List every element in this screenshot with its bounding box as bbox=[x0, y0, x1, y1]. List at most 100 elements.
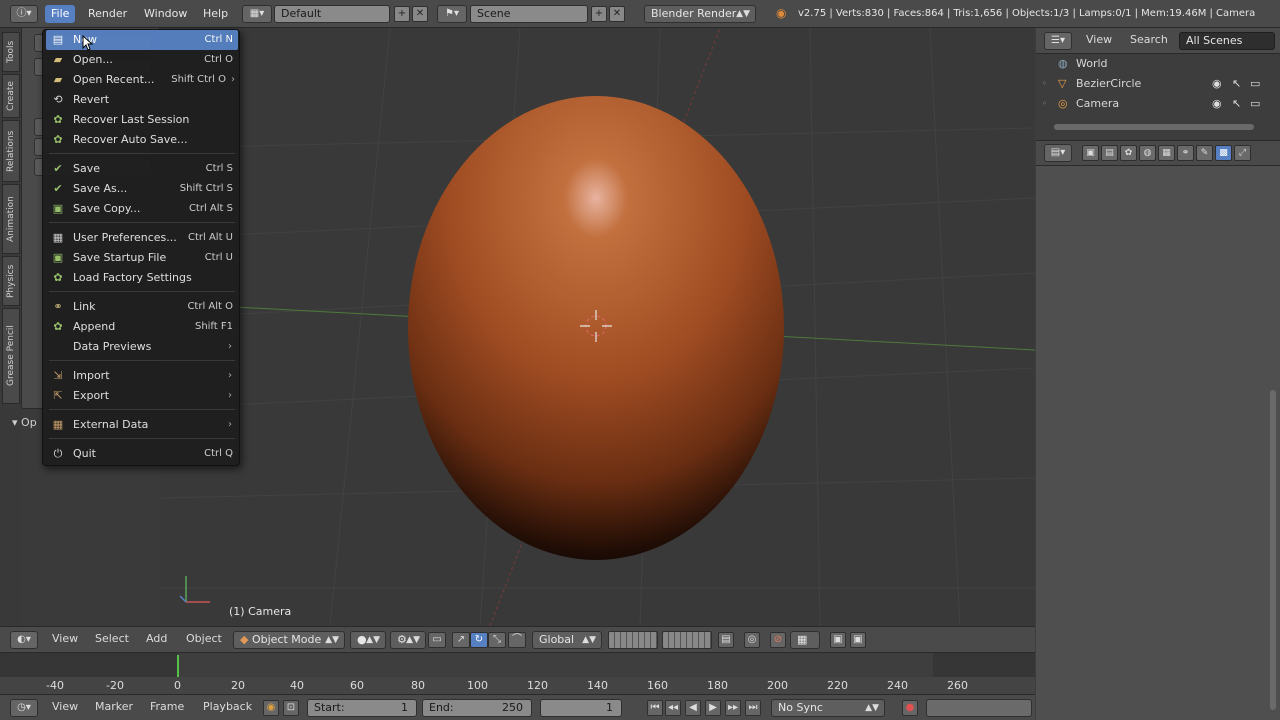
menu-help[interactable]: Help bbox=[197, 5, 234, 23]
menu-render[interactable]: Render bbox=[82, 5, 133, 23]
lock-layers-icon[interactable]: ▤ bbox=[718, 632, 734, 648]
render-engine-dropdown[interactable]: Blender Render ▲▼ bbox=[644, 5, 756, 23]
menu-item-save[interactable]: ✔ Save Ctrl S bbox=[46, 159, 238, 179]
jump-start-icon[interactable]: ⏮ bbox=[647, 700, 663, 716]
tab-tools[interactable]: Tools bbox=[2, 32, 20, 72]
tab-physics[interactable]: Physics bbox=[2, 256, 20, 306]
menu-marker[interactable]: Marker bbox=[95, 700, 133, 713]
current-frame-field[interactable]: 1 bbox=[540, 699, 622, 717]
proportional-editing-icon[interactable]: ◎ bbox=[744, 632, 760, 648]
end-frame-field[interactable]: End: 250 bbox=[422, 699, 532, 717]
menu-frame[interactable]: Frame bbox=[150, 700, 184, 713]
menu-item-save-copy[interactable]: ▣ Save Copy... Ctrl Alt S bbox=[46, 199, 238, 219]
selectable-arrow-icon[interactable]: ↖ bbox=[1232, 74, 1241, 94]
menu-item-import[interactable]: ⇲ Import › bbox=[46, 366, 238, 386]
manipulator-translate-icon[interactable]: ↗ bbox=[452, 632, 470, 648]
world-tab-icon[interactable]: ◍ bbox=[1139, 145, 1156, 161]
tab-relations[interactable]: Relations bbox=[2, 120, 20, 182]
manipulator-rotate-icon[interactable]: ↻ bbox=[470, 632, 488, 648]
snap-element-dropdown[interactable]: ▦ bbox=[790, 631, 820, 649]
start-frame-field[interactable]: Start: 1 bbox=[307, 699, 417, 717]
scene-icon[interactable]: ⚑▾ bbox=[437, 5, 467, 23]
scene-tab-icon[interactable]: ✿ bbox=[1120, 145, 1137, 161]
render-layers-tab-icon[interactable]: ▤ bbox=[1101, 145, 1118, 161]
tab-create[interactable]: Create bbox=[2, 74, 20, 118]
info-editor-type-button[interactable]: ⓘ▾ bbox=[10, 5, 38, 23]
menu-add[interactable]: Add bbox=[146, 632, 167, 645]
outliner-scrollbar[interactable] bbox=[1054, 124, 1254, 130]
play-icon[interactable]: ▶ bbox=[705, 700, 721, 716]
menu-object[interactable]: Object bbox=[186, 632, 222, 645]
tab-grease-pencil[interactable]: Grease Pencil bbox=[2, 308, 20, 404]
outliner-row-beziercircle[interactable]: ◦ ▽ BezierCircle ◉ ↖ ▭ bbox=[1036, 74, 1280, 94]
data-tab-icon[interactable]: ▩ bbox=[1215, 145, 1232, 161]
outliner-row-world[interactable]: ◍ World bbox=[1036, 54, 1280, 74]
menu-view[interactable]: View bbox=[1086, 33, 1112, 46]
current-frame-indicator[interactable] bbox=[177, 655, 179, 679]
menu-item-load-factory-settings[interactable]: ✿ Load Factory Settings bbox=[46, 268, 238, 288]
outliner-row-camera[interactable]: ◦ ◎ Camera ◉ ↖ ▭ bbox=[1036, 94, 1280, 114]
visibility-eye-icon[interactable]: ◉ bbox=[1212, 94, 1222, 114]
timeline-editor-type-button[interactable]: ◷▾ bbox=[10, 699, 38, 717]
3d-view-editor-type-button[interactable]: ◐▾ bbox=[10, 631, 38, 649]
menu-item-export[interactable]: ⇱ Export › bbox=[46, 386, 238, 406]
render-tab-icon[interactable]: ▣ bbox=[1082, 145, 1099, 161]
menu-item-save-as[interactable]: ✔ Save As... Shift Ctrl S bbox=[46, 179, 238, 199]
manipulator-toggle-icon[interactable]: ▭ bbox=[428, 632, 446, 648]
selectable-arrow-icon[interactable]: ↖ bbox=[1232, 94, 1241, 114]
material-tab-icon[interactable]: ⤢ bbox=[1234, 145, 1251, 161]
display-mode-dropdown[interactable]: All Scenes bbox=[1179, 32, 1275, 50]
menu-item-recover-auto-save[interactable]: ✿ Recover Auto Save... bbox=[46, 130, 238, 150]
renderable-camera-icon[interactable]: ▭ bbox=[1250, 74, 1260, 94]
add-scene-icon[interactable]: + bbox=[591, 6, 607, 22]
renderable-camera-icon[interactable]: ▭ bbox=[1250, 94, 1260, 114]
sync-mode-dropdown[interactable]: No Sync ▲▼ bbox=[771, 699, 885, 717]
timeline-area[interactable]: -40 -20 0 20 40 60 80 100 120 140 160 18… bbox=[0, 652, 1035, 695]
opengl-render-anim-icon[interactable]: ▣ bbox=[850, 632, 866, 648]
play-reverse-icon[interactable]: ◀ bbox=[685, 700, 701, 716]
add-layout-icon[interactable]: + bbox=[394, 6, 410, 22]
constraints-tab-icon[interactable]: ⚭ bbox=[1177, 145, 1194, 161]
properties-panel[interactable] bbox=[1036, 166, 1280, 720]
jump-end-icon[interactable]: ⏭ bbox=[745, 700, 761, 716]
keying-set-icon[interactable]: ◉ bbox=[263, 700, 279, 716]
expand-icon[interactable]: ◦ bbox=[1042, 94, 1047, 114]
keying-set-field[interactable] bbox=[926, 699, 1032, 717]
menu-item-external-data[interactable]: ▦ External Data › bbox=[46, 415, 238, 435]
menu-view[interactable]: View bbox=[52, 632, 78, 645]
outliner-editor-type-button[interactable]: ☰▾ bbox=[1044, 32, 1072, 50]
menu-item-recover-last-session[interactable]: ✿ Recover Last Session bbox=[46, 110, 238, 130]
menu-item-link[interactable]: ⚭ Link Ctrl Alt O bbox=[46, 297, 238, 317]
menu-playback[interactable]: Playback bbox=[203, 700, 252, 713]
remove-scene-icon[interactable]: ✕ bbox=[609, 6, 625, 22]
manipulator-scale-icon[interactable]: ⤡ bbox=[488, 632, 506, 648]
expand-icon[interactable]: ◦ bbox=[1042, 74, 1047, 94]
transform-orientation-dropdown[interactable]: Global ▲▼ bbox=[532, 631, 602, 649]
properties-editor-type-button[interactable]: ▤▾ bbox=[1044, 144, 1072, 162]
menu-view[interactable]: View bbox=[52, 700, 78, 713]
menu-item-user-preferences[interactable]: ▦ User Preferences... Ctrl Alt U bbox=[46, 228, 238, 248]
record-icon[interactable]: ● bbox=[902, 700, 918, 716]
menu-item-new[interactable]: ▤NewCtrl N bbox=[46, 30, 238, 50]
jump-keyframe-forward-icon[interactable]: ▸▸ bbox=[725, 700, 741, 716]
screen-layout-icon[interactable]: ▦▾ bbox=[242, 5, 272, 23]
menu-file[interactable]: File bbox=[45, 5, 76, 23]
manipulator-curve-icon[interactable]: ⌒ bbox=[508, 632, 526, 648]
properties-scrollbar[interactable] bbox=[1270, 390, 1276, 710]
menu-window[interactable]: Window bbox=[138, 5, 193, 23]
screen-layout-field[interactable]: Default bbox=[274, 5, 390, 23]
menu-item-data-previews[interactable]: Data Previews › bbox=[46, 337, 238, 357]
menu-item-revert[interactable]: ⟲ Revert bbox=[46, 90, 238, 110]
menu-item-open[interactable]: ▰ Open... Ctrl O bbox=[46, 50, 238, 70]
menu-item-append[interactable]: ✿ Append Shift F1 bbox=[46, 317, 238, 337]
lock-range-icon[interactable]: ⊡ bbox=[283, 700, 299, 716]
visibility-eye-icon[interactable]: ◉ bbox=[1212, 74, 1222, 94]
remove-layout-icon[interactable]: ✕ bbox=[412, 6, 428, 22]
snap-toggle-icon[interactable]: ⊘ bbox=[770, 632, 786, 648]
menu-item-open-recent[interactable]: ▰ Open Recent... Shift Ctrl O › bbox=[46, 70, 238, 90]
layers-grid-right[interactable] bbox=[662, 631, 712, 649]
jump-keyframe-back-icon[interactable]: ◂◂ bbox=[665, 700, 681, 716]
object-tab-icon[interactable]: ▦ bbox=[1158, 145, 1175, 161]
opengl-render-icon[interactable]: ▣ bbox=[830, 632, 846, 648]
modifiers-tab-icon[interactable]: ✎ bbox=[1196, 145, 1213, 161]
